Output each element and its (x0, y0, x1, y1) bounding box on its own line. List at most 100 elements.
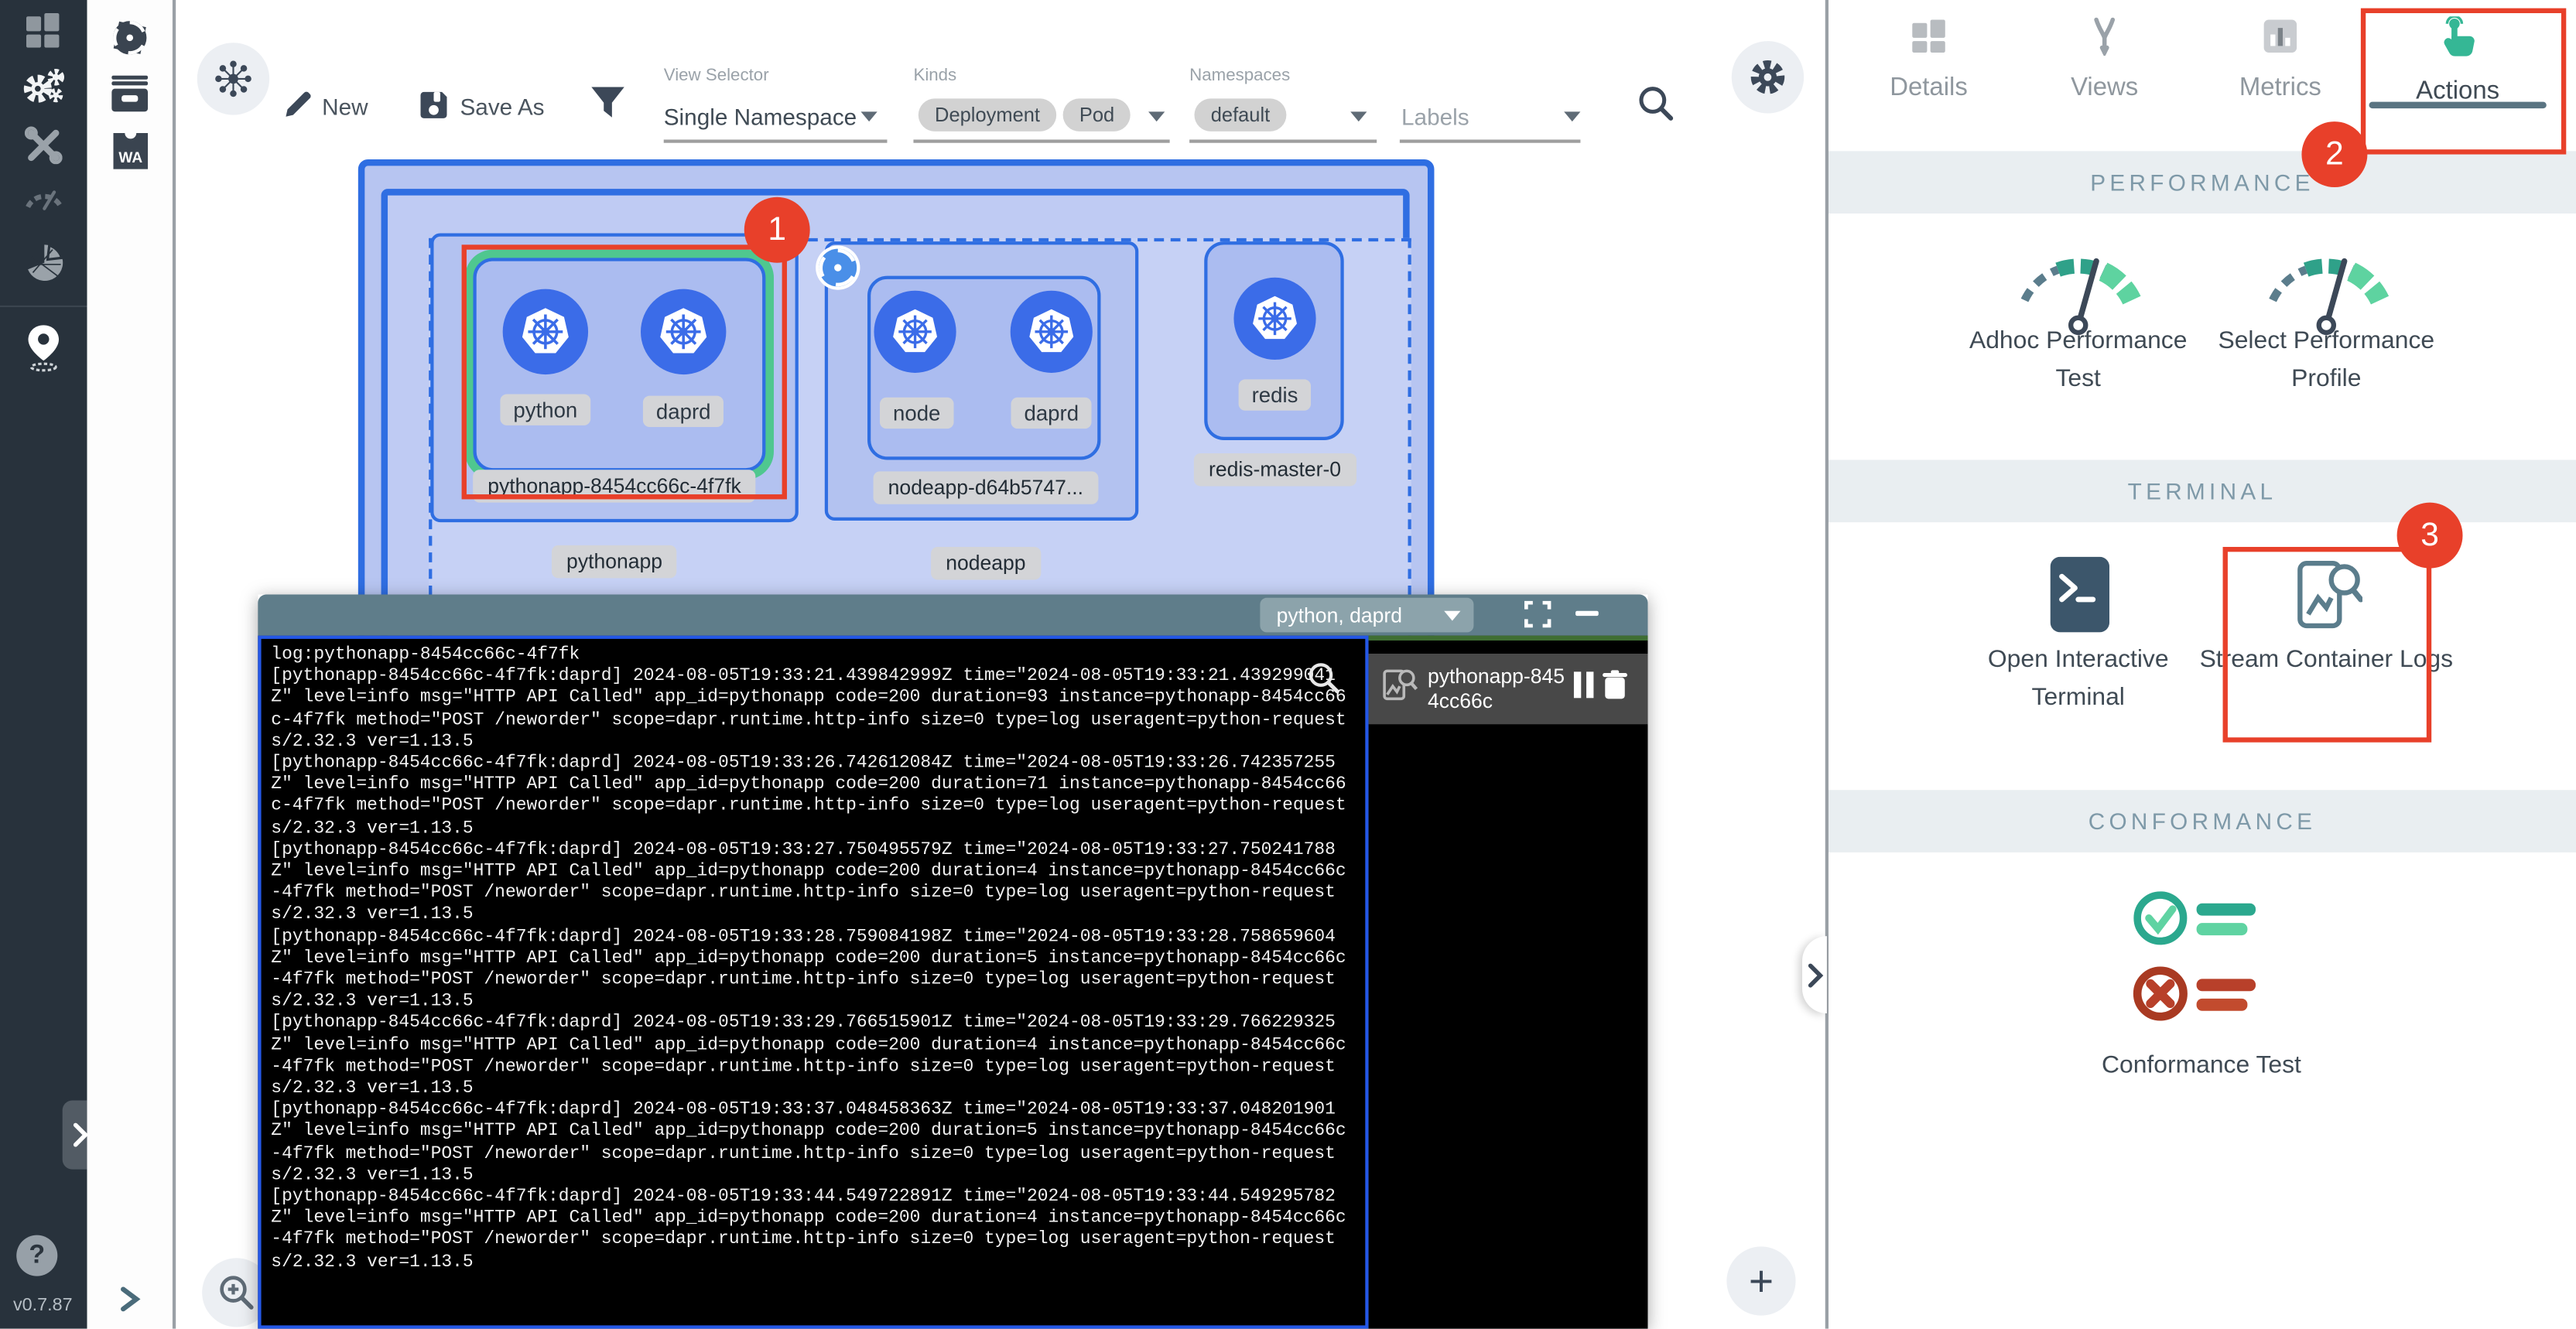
kinds-label: Kinds (913, 66, 956, 85)
stream-logs-icon (1382, 667, 1418, 711)
container-redis-k8s-icon[interactable] (1233, 278, 1315, 360)
webassembly-icon[interactable]: WA (87, 132, 173, 171)
plugin-strip: WA (87, 0, 176, 1329)
kind-chip-pod[interactable]: Pod (1063, 98, 1131, 131)
stream-container-logs-icon[interactable] (2297, 557, 2362, 641)
container-daprd2-k8s-icon[interactable] (1011, 291, 1093, 373)
components-archive-icon[interactable] (87, 76, 173, 112)
settings-gears-icon[interactable] (0, 67, 87, 107)
add-button[interactable]: + (1726, 1246, 1795, 1315)
settings-gear-button[interactable] (1732, 41, 1804, 113)
dapr-logo-icon[interactable] (87, 16, 173, 59)
kinds-caret-icon[interactable] (1148, 111, 1165, 121)
action-adhoc-performance-test[interactable]: Adhoc Performance Test (1947, 322, 2210, 398)
log-entry: [pythonapp-8454cc66c-4f7fk:daprd] 2024-0… (271, 1014, 1355, 1101)
actions-hand-icon (2376, 16, 2540, 67)
view-selector-value[interactable]: Single Namespace (664, 104, 857, 130)
namespaces-label: Namespaces (1189, 66, 1290, 85)
container-label: daprd (1011, 398, 1093, 429)
save-as-button[interactable]: Save As (460, 94, 544, 120)
pod-name-label: pythonapp-8454cc66c-4f7fk (473, 470, 756, 502)
labels-filter-field[interactable]: Labels (1401, 104, 1469, 130)
action-stream-container-logs[interactable]: Stream Container Logs (2195, 641, 2458, 678)
container-label: node (880, 398, 953, 429)
save-as-icon[interactable] (417, 89, 450, 130)
dapr-annotation-icon (815, 244, 860, 299)
action-conformance-test[interactable]: Conformance Test (2070, 1046, 2333, 1084)
app-root: ? v0.7.87 WA New Save As (0, 0, 2576, 1329)
dashboard-icon[interactable] (0, 13, 87, 48)
log-entry: [pythonapp-8454cc66c-4f7fk:daprd] 2024-0… (271, 1187, 1355, 1274)
filter-funnel-icon[interactable] (590, 85, 626, 129)
annotation-badge-2: 2 (2301, 121, 2367, 187)
log-search-icon[interactable] (1306, 660, 1343, 704)
log-output[interactable]: log:pythonapp-8454cc66c-4f7fk [pythonapp… (258, 636, 1368, 1329)
kind-chip-deployment[interactable]: Deployment (919, 98, 1056, 131)
log-stream-item[interactable]: pythonapp-8454cc66c (1369, 654, 1648, 724)
pod-name-label: nodeapp-d64b5747... (874, 471, 1099, 504)
fullscreen-icon[interactable] (1523, 600, 1552, 637)
tab-actions[interactable]: Actions (2376, 16, 2540, 107)
annotation-badge-1: 1 (744, 197, 810, 263)
container-daprd-k8s-icon[interactable] (641, 289, 726, 374)
delete-stream-icon[interactable] (1602, 670, 1628, 708)
kinds-underline (913, 139, 1169, 142)
deployment-name-label: nodeapp (931, 547, 1041, 579)
search-icon[interactable] (1637, 84, 1676, 132)
location-pin-icon[interactable] (0, 323, 87, 373)
tab-label: Details (1846, 74, 2010, 104)
pause-stream-icon[interactable] (1572, 670, 1596, 708)
labels-underline (1400, 139, 1581, 142)
log-entry: [pythonapp-8454cc66c-4f7fk:daprd] 2024-0… (271, 841, 1355, 928)
log-streams-pane: pythonapp-8454cc66c (1369, 636, 1648, 1329)
gauge-icon[interactable] (0, 181, 87, 214)
annotation-badge-3: 3 (2397, 503, 2463, 569)
strip-expand-chevron-icon[interactable] (87, 1286, 173, 1312)
container-python-k8s-icon[interactable] (503, 289, 588, 374)
details-grid-icon (1846, 16, 2010, 64)
analytics-pie-icon[interactable] (0, 243, 87, 282)
container-label: python (500, 395, 590, 425)
tab-metrics[interactable]: Metrics (2198, 16, 2362, 104)
container-selector-value: python, daprd (1277, 603, 1402, 627)
container-node-k8s-icon[interactable] (874, 291, 956, 373)
version-label: v0.7.87 (13, 1296, 73, 1315)
labels-caret-icon[interactable] (1564, 111, 1580, 121)
namespaces-underline (1189, 139, 1377, 142)
view-selector-label: View Selector (664, 66, 769, 85)
deployment-name-label: pythonapp (552, 545, 677, 578)
new-button[interactable]: New (322, 94, 368, 120)
layout-network-button[interactable] (197, 43, 269, 114)
stream-item-label: pythonapp-8454cc66c (1428, 664, 1569, 714)
container-label: redis (1239, 379, 1312, 410)
terminal-header[interactable]: python, daprd (258, 595, 1647, 636)
section-header-performance: PERFORMANCE (1829, 151, 2576, 214)
conformance-checklist-icon[interactable] (2127, 889, 2278, 1048)
help-icon[interactable]: ? (16, 1235, 57, 1276)
tab-label: Metrics (2198, 74, 2362, 104)
tab-views[interactable]: Views (2023, 16, 2187, 104)
interactive-terminal-icon[interactable] (2051, 557, 2109, 641)
terminal-panel: python, daprd log:pythonapp-8454cc66c-4f… (258, 595, 1647, 1329)
namespace-chip-default[interactable]: default (1194, 98, 1286, 131)
sidebar-divider (0, 306, 87, 307)
container-selector-dropdown[interactable]: python, daprd (1260, 598, 1473, 633)
log-entry: [pythonapp-8454cc66c-4f7fk:daprd] 2024-0… (271, 754, 1355, 841)
pod-name-label: redis-master-0 (1194, 453, 1356, 486)
tab-details[interactable]: Details (1846, 16, 2010, 104)
new-pencil-icon[interactable] (281, 89, 313, 130)
namespaces-caret-icon[interactable] (1350, 111, 1367, 121)
container-label: daprd (643, 396, 724, 427)
active-tab-underline (2369, 102, 2547, 108)
log-title: log:pythonapp-8454cc66c-4f7fk (271, 645, 1355, 667)
log-entry: [pythonapp-8454cc66c-4f7fk:daprd] 2024-0… (271, 667, 1355, 753)
left-sidebar: ? v0.7.87 (0, 0, 87, 1329)
action-open-interactive-terminal[interactable]: Open Interactive Terminal (1947, 641, 2210, 716)
log-entry: [pythonapp-8454cc66c-4f7fk:daprd] 2024-0… (271, 1101, 1355, 1187)
section-header-terminal: TERMINAL (1829, 460, 2576, 522)
tools-icon[interactable] (0, 126, 87, 164)
action-select-performance-profile[interactable]: Select Performance Profile (2195, 322, 2458, 398)
minimize-icon[interactable] (1575, 611, 1599, 616)
view-selector-caret-icon[interactable] (861, 111, 877, 121)
panel-collapse-chevron[interactable] (1802, 936, 1827, 1013)
